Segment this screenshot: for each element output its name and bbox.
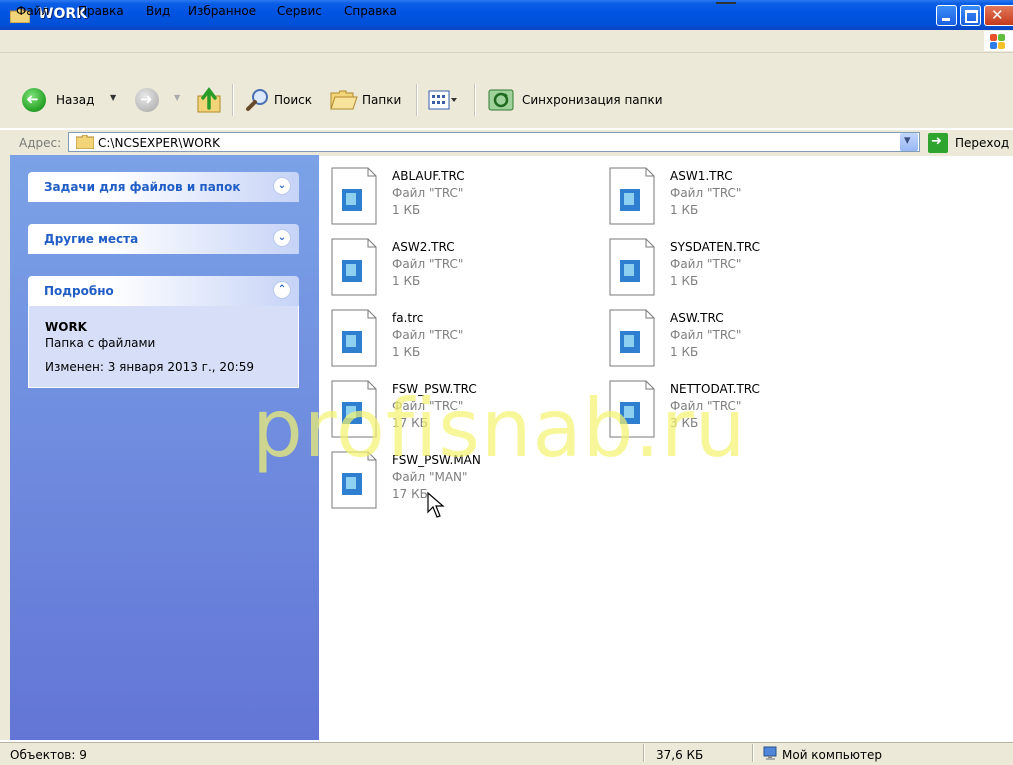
search-button[interactable]: Поиск bbox=[274, 93, 312, 107]
menu-bar bbox=[0, 30, 1013, 53]
close-button[interactable] bbox=[984, 5, 1013, 26]
back-button[interactable]: Назад bbox=[56, 93, 94, 107]
file-size: 1 КБ bbox=[392, 274, 421, 288]
file-size: 1 КБ bbox=[392, 345, 421, 359]
folder-icon bbox=[76, 135, 94, 149]
man-file-icon bbox=[331, 451, 377, 509]
folders-button[interactable]: Папки bbox=[362, 93, 401, 107]
file-name: ASW1.TRC bbox=[670, 169, 733, 183]
file-size: 1 КБ bbox=[670, 345, 699, 359]
file-type: Файл "TRC" bbox=[670, 399, 742, 413]
file-size: 1 КБ bbox=[392, 203, 421, 217]
left-edge bbox=[0, 155, 10, 740]
file-item[interactable]: ASW.TRC Файл "TRC" 1 КБ bbox=[608, 309, 868, 371]
file-item[interactable]: ASW1.TRC Файл "TRC" 1 КБ bbox=[608, 167, 868, 229]
file-type: Файл "MAN" bbox=[392, 470, 468, 484]
trc-file-icon bbox=[331, 309, 377, 367]
trc-file-icon bbox=[609, 167, 655, 225]
sync-icon[interactable] bbox=[487, 87, 515, 113]
address-path[interactable]: C:\NCSEXPER\WORK bbox=[98, 136, 220, 150]
trc-file-icon bbox=[609, 380, 655, 438]
file-size: 17 КБ bbox=[392, 416, 428, 430]
file-tasks-panel[interactable]: Задачи для файлов и папок ⌄ bbox=[28, 172, 299, 202]
file-name: NETTODAT.TRC bbox=[670, 382, 760, 396]
details-panel[interactable]: Подробно ⌃ bbox=[28, 276, 299, 306]
trc-file-icon bbox=[331, 380, 377, 438]
folders-icon[interactable] bbox=[330, 89, 358, 111]
minimize-button[interactable] bbox=[936, 5, 957, 26]
details-name: WORK bbox=[45, 320, 87, 334]
file-type: Файл "TRC" bbox=[670, 328, 742, 342]
address-label: Адрес: bbox=[19, 136, 62, 150]
details-title[interactable]: Подробно bbox=[44, 284, 114, 298]
sync-button[interactable]: Синхронизация папки bbox=[522, 93, 663, 107]
status-divider bbox=[752, 744, 754, 762]
file-type: Файл "TRC" bbox=[392, 257, 464, 271]
address-dropdown-icon[interactable] bbox=[900, 133, 918, 151]
forward-arrow-icon[interactable] bbox=[135, 88, 159, 112]
file-type: Файл "TRC" bbox=[392, 328, 464, 342]
toolbar-separator bbox=[416, 84, 418, 116]
chevron-down-icon[interactable]: ⌄ bbox=[273, 177, 291, 195]
other-places-panel[interactable]: Другие места ⌄ bbox=[28, 224, 299, 254]
status-divider bbox=[643, 744, 645, 762]
forward-dropdown-icon[interactable]: ▼ bbox=[174, 93, 180, 102]
search-icon[interactable] bbox=[245, 87, 271, 113]
file-size: 1 КБ bbox=[670, 203, 699, 217]
file-name: ABLAUF.TRC bbox=[392, 169, 465, 183]
file-name: ASW.TRC bbox=[670, 311, 724, 325]
file-item[interactable]: ABLAUF.TRC Файл "TRC" 1 КБ bbox=[330, 167, 590, 229]
menu-help[interactable]: Справка bbox=[344, 4, 397, 18]
file-item[interactable]: SYSDATEN.TRC Файл "TRC" 1 КБ bbox=[608, 238, 868, 300]
trc-file-icon bbox=[331, 238, 377, 296]
file-name: fa.trc bbox=[392, 311, 424, 325]
trc-file-icon bbox=[609, 238, 655, 296]
computer-icon bbox=[763, 746, 777, 760]
status-objects: Объектов: 9 bbox=[10, 748, 87, 762]
chevron-up-icon[interactable]: ⌃ bbox=[273, 281, 291, 299]
back-dropdown-icon[interactable]: ▼ bbox=[110, 93, 116, 102]
menu-tools[interactable]: Сервис bbox=[277, 4, 322, 18]
mouse-cursor-icon bbox=[427, 492, 445, 518]
menu-favorites[interactable]: Избранное bbox=[188, 4, 256, 18]
file-item[interactable]: ASW2.TRC Файл "TRC" 1 КБ bbox=[330, 238, 590, 300]
file-item[interactable]: FSW_PSW.TRC Файл "TRC" 17 КБ bbox=[330, 380, 590, 442]
maximize-button[interactable] bbox=[960, 5, 981, 26]
file-type: Файл "TRC" bbox=[670, 257, 742, 271]
status-size: 37,6 КБ bbox=[656, 748, 704, 762]
file-name: ASW2.TRC bbox=[392, 240, 455, 254]
file-item[interactable]: FSW_PSW.MAN Файл "MAN" 17 КБ bbox=[330, 451, 590, 513]
file-size: 17 КБ bbox=[392, 487, 428, 501]
toolbar-separator bbox=[232, 84, 234, 116]
file-size: 3 КБ bbox=[670, 416, 699, 430]
back-arrow-icon[interactable] bbox=[22, 88, 46, 112]
top-dash bbox=[716, 2, 736, 4]
details-type: Папка с файлами bbox=[45, 336, 156, 350]
chevron-down-icon[interactable]: ⌄ bbox=[273, 229, 291, 247]
windows-logo-icon bbox=[984, 31, 1013, 51]
details-modified: Изменен: 3 января 2013 г., 20:59 bbox=[45, 360, 254, 374]
toolbar-separator bbox=[474, 84, 476, 116]
menu-view[interactable]: Вид bbox=[146, 4, 170, 18]
other-places-title[interactable]: Другие места bbox=[44, 232, 138, 246]
file-size: 1 КБ bbox=[670, 274, 699, 288]
trc-file-icon bbox=[331, 167, 377, 225]
status-location: Мой компьютер bbox=[782, 748, 882, 762]
file-type: Файл "TRC" bbox=[392, 186, 464, 200]
views-icon[interactable] bbox=[428, 89, 458, 111]
file-type: Файл "TRC" bbox=[392, 399, 464, 413]
file-name: FSW_PSW.TRC bbox=[392, 382, 477, 396]
menu-file[interactable]: Файл bbox=[16, 4, 49, 18]
up-folder-icon[interactable] bbox=[196, 86, 222, 114]
menu-edit[interactable]: Правка bbox=[78, 4, 124, 18]
file-tasks-title[interactable]: Задачи для файлов и папок bbox=[44, 180, 240, 194]
file-type: Файл "TRC" bbox=[670, 186, 742, 200]
file-item[interactable]: NETTODAT.TRC Файл "TRC" 3 КБ bbox=[608, 380, 868, 442]
file-name: SYSDATEN.TRC bbox=[670, 240, 761, 254]
file-name: FSW_PSW.MAN bbox=[392, 453, 481, 467]
trc-file-icon bbox=[609, 309, 655, 367]
go-arrow-icon[interactable] bbox=[928, 133, 948, 153]
go-button[interactable]: Переход bbox=[955, 136, 1009, 150]
file-item[interactable]: fa.trc Файл "TRC" 1 КБ bbox=[330, 309, 590, 371]
